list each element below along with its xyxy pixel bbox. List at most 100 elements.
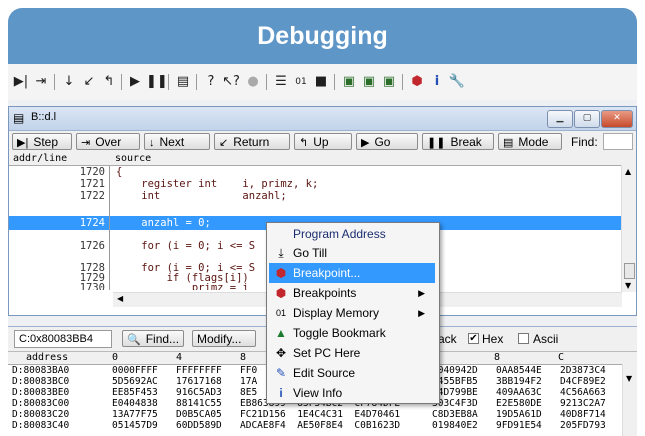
go-icon[interactable]: ▶ — [126, 73, 144, 91]
scroll-down-icon[interactable]: ▼ — [626, 374, 632, 383]
line-source: primz = i — [116, 282, 249, 290]
breakpoints-icon: ⬢ — [275, 286, 287, 300]
break-icon[interactable]: ❚❚ — [146, 73, 168, 91]
mode-icon[interactable]: ▤ — [174, 73, 192, 91]
menu-item-breakpoint[interactable]: ⬢ Breakpoint... — [269, 263, 435, 283]
source-line[interactable]: 1722 int anzahl; — [9, 188, 621, 204]
dump-find-button[interactable]: 🔍 Find... — [122, 330, 184, 347]
ascii-checkbox[interactable] — [518, 333, 529, 344]
source-line[interactable]: 1720 { — [9, 166, 621, 180]
dump-cell: 0000FFFF — [112, 365, 158, 376]
bookmark-icon: ▲ — [275, 326, 287, 340]
stop-icon[interactable]: ● — [244, 73, 262, 91]
source-line[interactable] — [9, 200, 621, 216]
go-icon: ▶ — [361, 137, 370, 149]
window-icon-b[interactable]: ▣ — [360, 73, 378, 91]
menu-item-view-info[interactable]: i View Info — [269, 383, 435, 403]
over-button[interactable]: ⇥ Over — [76, 133, 140, 150]
step-button[interactable]: ▶| Step — [12, 133, 72, 150]
next-button[interactable]: ↓ Next — [144, 133, 210, 150]
maximize-button[interactable]: ▢ — [574, 110, 600, 128]
submenu-arrow-icon: ▶ — [418, 288, 425, 298]
memory-icon[interactable]: 01 — [292, 73, 310, 91]
modify-label: Modify... — [197, 332, 242, 346]
menu-item-breakpoints[interactable]: ⬢ Breakpoints ▶ — [269, 283, 435, 303]
menu-item-edit-source[interactable]: ✎ Edit Source — [269, 363, 435, 383]
line-number: 1726 — [79, 240, 105, 252]
next-icon[interactable]: ↓ — [60, 73, 78, 91]
up-icon: ↰ — [299, 137, 309, 149]
edit-source-icon: ✎ — [275, 366, 287, 380]
submenu-arrow-icon: ▶ — [418, 308, 425, 318]
scroll-up-icon[interactable]: ▲ — [625, 167, 631, 176]
step-label: Step — [33, 135, 59, 149]
window-icon-a[interactable]: ▣ — [340, 73, 358, 91]
breakpoint-icon[interactable]: ⬢ — [408, 73, 426, 91]
list-icon[interactable]: ☰ — [272, 73, 290, 91]
up-button[interactable]: ↰ Up — [294, 133, 352, 150]
scroll-left-icon[interactable]: ◀ — [117, 294, 123, 303]
step-over-icon: ⇥ — [81, 137, 91, 149]
menu-item-toggle-bookmark[interactable]: ▲ Toggle Bookmark — [269, 323, 435, 343]
page-title: Debugging — [257, 22, 388, 50]
dump-cell: FF0 — [240, 365, 258, 376]
menu-item-go-till[interactable]: ⤓ Go Till — [269, 243, 435, 263]
main-toolbar: ▶| ⇥ ↓ ↙ ↰ ▶ ❚❚ ▤ ? ↖? ● ☰ 01 ■ ▣ ▣ ▣ ⬢ … — [8, 64, 637, 101]
hex-checkbox[interactable]: ✔ — [468, 333, 479, 344]
dump-row[interactable]: D:80083C40 051457D9 60DD589D ADCAE8F4 AE50F… — [8, 420, 637, 431]
line-separator — [109, 214, 110, 230]
break-button[interactable]: ❚❚ Break — [422, 133, 494, 150]
dump-cell: 916C5AD3 — [176, 387, 222, 398]
dump-cell: 13A77F75 — [112, 409, 158, 420]
mode-button[interactable]: ▤ Mode — [498, 133, 562, 150]
scroll-thumb[interactable] — [624, 263, 635, 279]
menu-item-label: Edit Source — [293, 366, 356, 380]
dump-row[interactable]: D:80083C20 13A77F75 D0B5CA05 FC21D156 1E4C4… — [8, 409, 637, 420]
menu-item-set-pc-here[interactable]: ✥ Set PC Here — [269, 343, 435, 363]
register-icon[interactable]: ■ — [312, 73, 330, 91]
settings-icon[interactable]: 🔧 — [448, 73, 466, 91]
address-input[interactable]: C:0x80083BB4 — [14, 330, 112, 348]
dump-cell: 3BB194F2 — [496, 376, 542, 387]
addr-column-header: addr/line — [13, 153, 68, 164]
source-line[interactable]: 1721 register int i, primz, k; — [9, 176, 621, 192]
go-button[interactable]: ▶ Go — [356, 133, 418, 150]
dump-scrollbar[interactable]: ▼ — [622, 364, 637, 436]
line-number: 1722 — [79, 190, 105, 202]
window-icon-c[interactable]: ▣ — [380, 73, 398, 91]
dump-cell: 5D5692AC — [112, 376, 158, 387]
dump-cell: 9FD91E54 — [496, 420, 542, 431]
minimize-button[interactable]: ▁ — [547, 110, 573, 128]
menu-item-display-memory[interactable]: 01 Display Memory ▶ — [269, 303, 435, 323]
memory-icon: 01 — [275, 308, 286, 318]
up-icon[interactable]: ↰ — [100, 73, 118, 91]
scroll-down-icon[interactable]: ▼ — [625, 281, 631, 290]
return-button[interactable]: ↙ Return — [214, 133, 290, 150]
step-icon[interactable]: ▶| — [12, 73, 30, 91]
col-0-header: 0 — [112, 352, 119, 363]
vertical-scrollbar[interactable]: ▲ ▼ — [621, 165, 636, 292]
break-label: Break — [450, 135, 482, 149]
modify-button[interactable]: Modify... — [192, 330, 256, 347]
toolbar-separator — [196, 74, 197, 90]
return-label: Return — [233, 135, 270, 149]
context-help-icon[interactable]: ↖? — [222, 73, 240, 91]
dump-cell: 205FD793 — [560, 420, 606, 431]
toolbar-separator — [121, 74, 122, 90]
dump-address: D:80083C20 — [12, 409, 70, 420]
col-c-header: C — [558, 352, 565, 363]
help-icon[interactable]: ? — [202, 73, 220, 91]
dump-address: D:80083BE0 — [12, 387, 70, 398]
step-over-icon[interactable]: ⇥ — [32, 73, 50, 91]
dump-cell: 19D5A61D — [496, 409, 542, 420]
info-icon[interactable]: i — [428, 73, 446, 91]
return-icon[interactable]: ↙ — [80, 73, 98, 91]
close-button[interactable]: ✕ — [601, 110, 633, 128]
find-input[interactable] — [603, 133, 633, 150]
dump-cell: 88141C55 — [176, 398, 222, 409]
dump-cell: 051457D9 — [112, 420, 158, 431]
dump-cell: 9213C2A7 — [560, 398, 606, 409]
info-icon: i — [279, 386, 283, 400]
dump-cell: ADCAE8F4 AE50F8E4 C0B1623D — [240, 420, 401, 431]
dump-address: D:80083BC0 — [12, 376, 70, 387]
